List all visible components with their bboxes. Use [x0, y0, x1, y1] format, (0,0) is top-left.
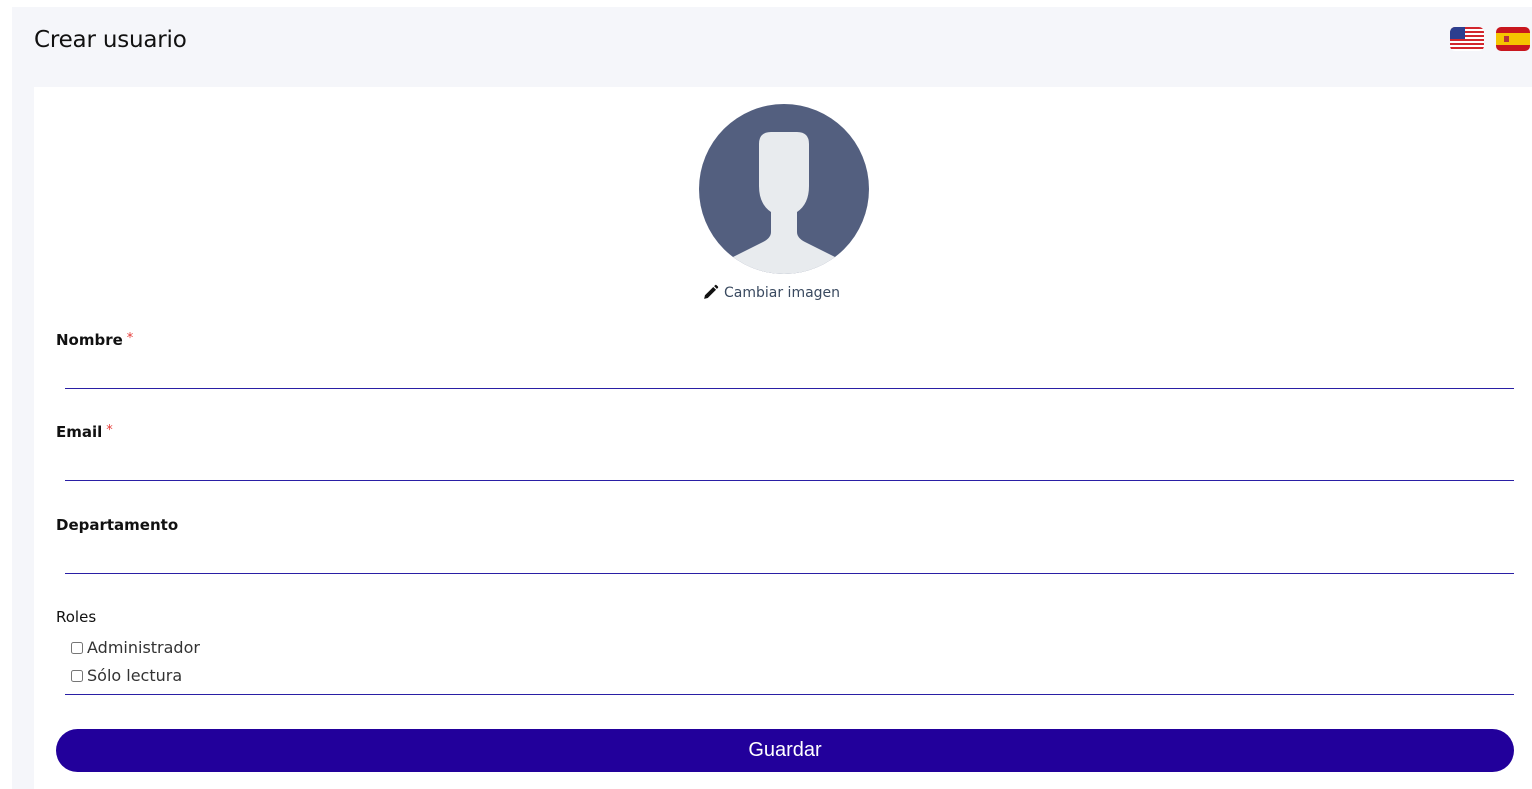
role-option-readonly[interactable]: Sólo lectura — [71, 666, 182, 685]
email-label: Email * — [56, 423, 113, 441]
readonly-checkbox[interactable] — [71, 669, 83, 682]
name-field-group: Nombre * — [56, 331, 1514, 397]
department-label: Departamento — [56, 516, 179, 534]
us-flag-icon[interactable] — [1450, 27, 1484, 51]
roles-label: Roles — [56, 608, 97, 626]
role-option-label: Administrador — [87, 638, 200, 657]
required-mark: * — [126, 331, 134, 346]
required-mark: * — [106, 423, 113, 438]
name-input[interactable] — [65, 355, 1514, 389]
es-flag-icon[interactable] — [1496, 27, 1530, 51]
role-option-admin[interactable]: Administrador — [71, 638, 200, 657]
page-header: Crear usuario — [12, 7, 1532, 87]
role-option-label: Sólo lectura — [87, 666, 183, 685]
change-image-link[interactable]: Cambiar imagen — [702, 284, 840, 301]
user-silhouette-icon — [699, 104, 869, 274]
admin-checkbox[interactable] — [71, 641, 83, 654]
app-window: Crear usuario Cambiar imagen Nombre * Em… — [12, 7, 1532, 789]
page-title: Crear usuario — [34, 27, 187, 53]
email-field-group: Email * — [56, 423, 1514, 489]
language-switcher — [1450, 27, 1530, 51]
create-user-form: Cambiar imagen Nombre * Email * Departamen… — [34, 87, 1532, 789]
roles-divider — [65, 694, 1514, 695]
change-image-label: Cambiar imagen — [724, 284, 841, 301]
roles-group: Roles Administrador Sólo lectura — [56, 608, 1514, 695]
save-button[interactable]: Guardar — [56, 729, 1514, 772]
avatar — [699, 104, 869, 274]
email-input[interactable] — [65, 447, 1514, 481]
department-field-group: Departamento — [56, 516, 1514, 582]
department-input[interactable] — [65, 540, 1514, 574]
pencil-icon — [704, 284, 719, 299]
name-label: Nombre * — [56, 331, 134, 349]
